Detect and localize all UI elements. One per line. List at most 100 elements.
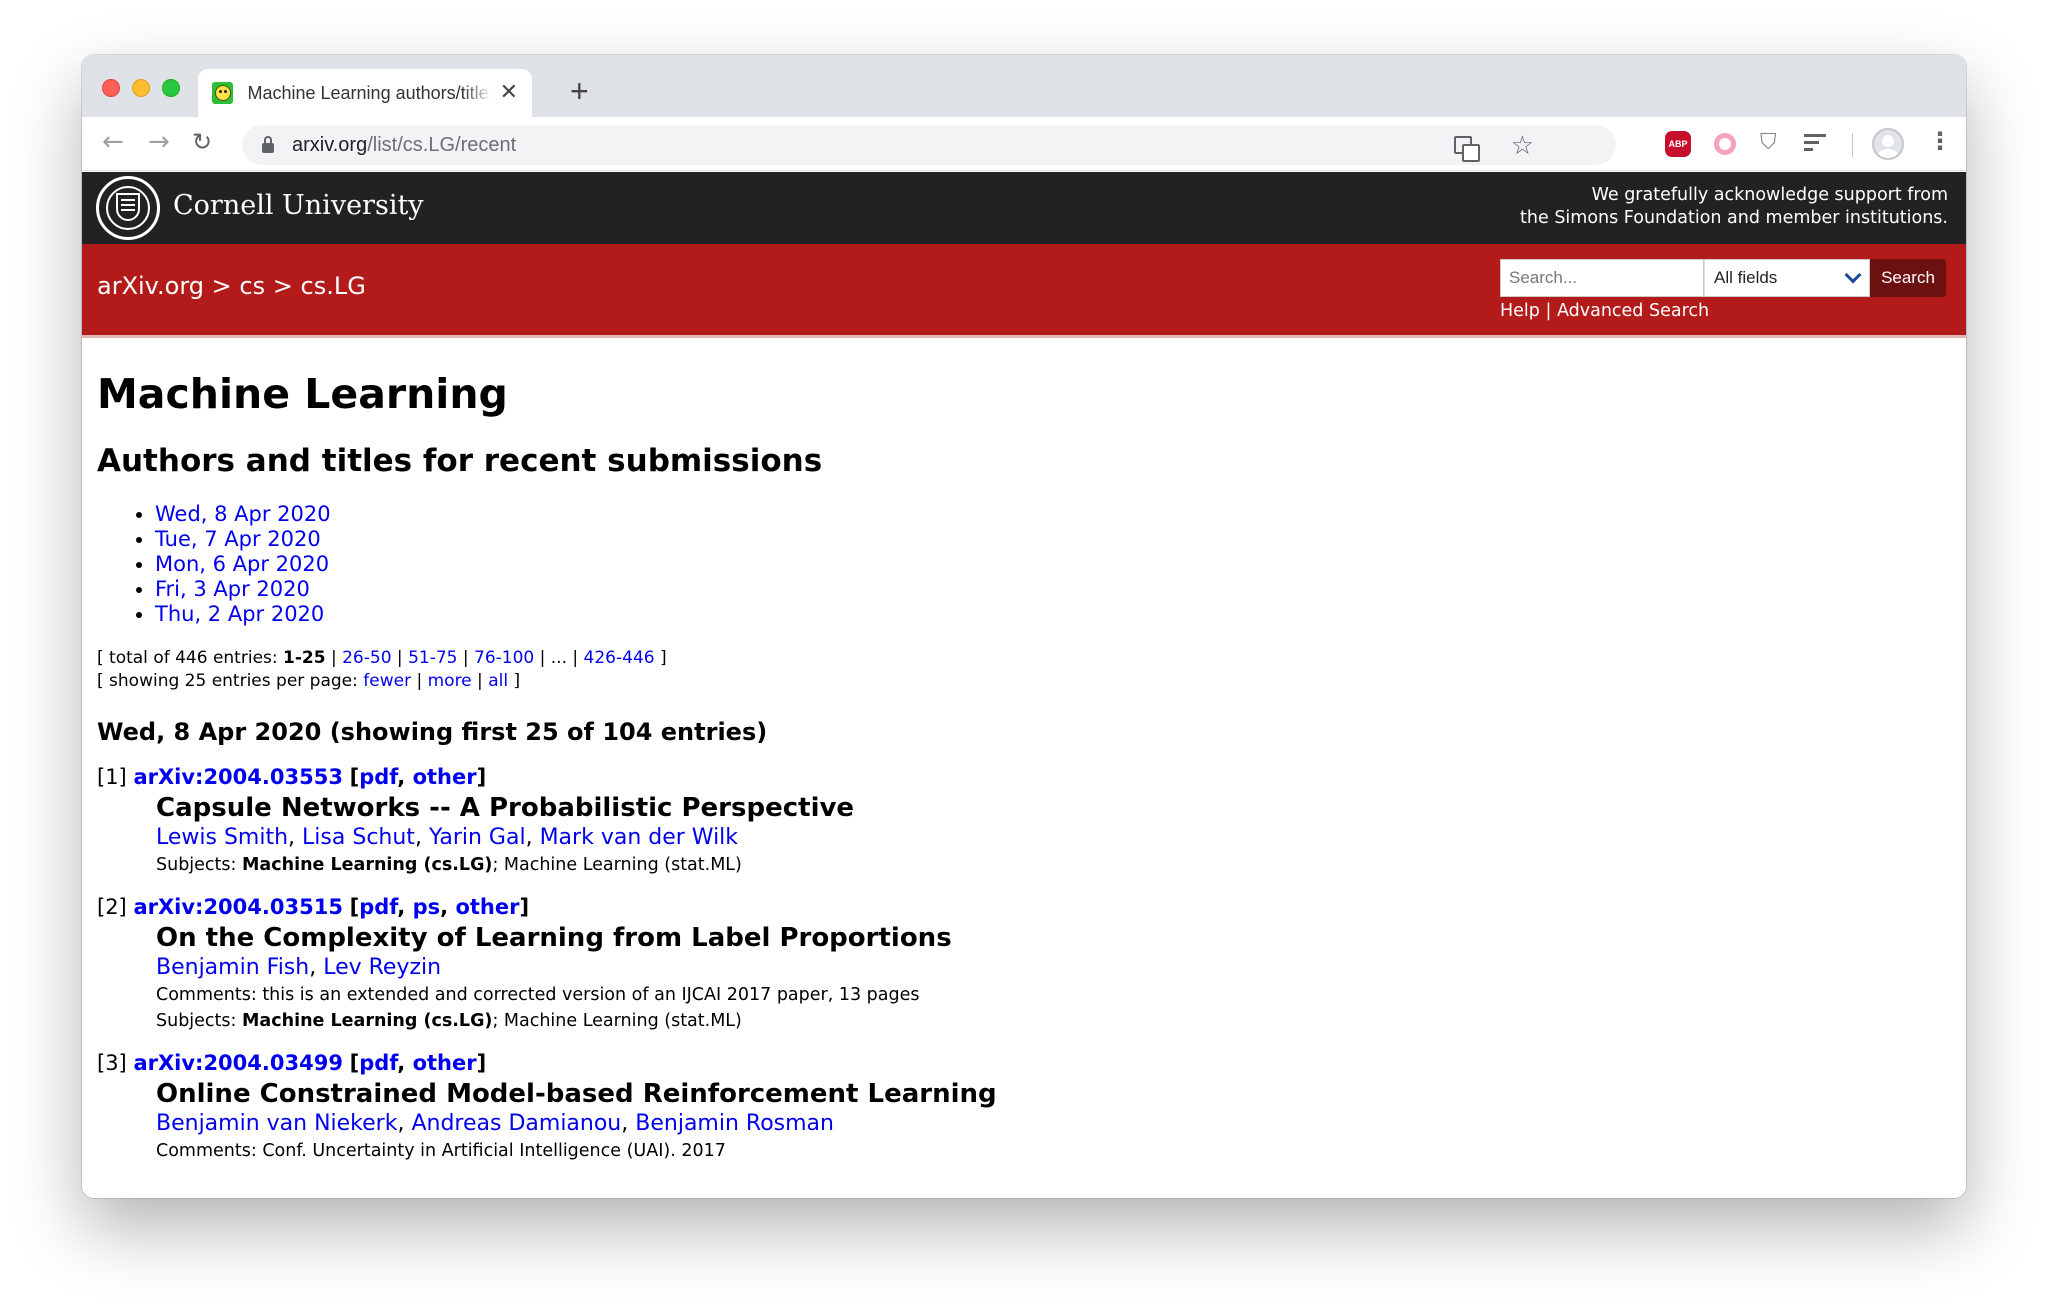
- arxiv-id-link[interactable]: arXiv:2004.03553: [133, 765, 343, 789]
- paper-title: Capsule Networks -- A Probabilistic Pers…: [156, 793, 855, 823]
- address-bar[interactable]: arxiv.org/list/cs.LG/recent ☆: [242, 125, 1616, 165]
- tab-arxiv[interactable]: Machine Learning authors/titles recent s…: [198, 69, 532, 117]
- author-link[interactable]: Andreas Damianou: [411, 1111, 621, 1136]
- author-link[interactable]: Benjamin van Niekerk: [156, 1111, 397, 1136]
- day-link[interactable]: Mon, 6 Apr 2020: [155, 552, 329, 576]
- tab-title: Machine Learning authors/titles recent s…: [247, 82, 492, 103]
- day-link[interactable]: Fri, 3 Apr 2020: [155, 577, 310, 601]
- pdf-link[interactable]: pdf: [359, 765, 397, 789]
- adblock-plus-icon[interactable]: ABP: [1665, 131, 1691, 157]
- entries-per-page: [ showing 25 entries per page: fewer | m…: [97, 671, 521, 691]
- author-link[interactable]: Lev Reyzin: [323, 955, 441, 980]
- help-link[interactable]: Help: [1500, 301, 1540, 321]
- day-heading: Wed, 8 Apr 2020 (showing first 25 of 104…: [97, 718, 768, 746]
- menu-dots-icon[interactable]: ⋮: [1928, 129, 1952, 153]
- fewer-link[interactable]: fewer: [363, 671, 411, 691]
- pagination: [ total of 446 entries: 1-25 | 26-50 | 5…: [97, 647, 1951, 693]
- page-link[interactable]: 26-50: [342, 648, 391, 668]
- all-link[interactable]: all: [488, 671, 508, 691]
- support-acknowledgement[interactable]: We gratefully acknowledge support from t…: [1520, 184, 1948, 230]
- search-button[interactable]: Search: [1870, 259, 1946, 297]
- toolbar-divider: [1852, 133, 1853, 157]
- paper-title: Online Constrained Model-based Reinforce…: [156, 1079, 997, 1109]
- author-list: Benjamin van Niekerk, Andreas Damianou, …: [156, 1111, 834, 1136]
- day-link[interactable]: Tue, 7 Apr 2020: [155, 527, 321, 551]
- breadcrumb: arXiv.org > cs > cs.LG: [97, 272, 366, 300]
- browser-window: Machine Learning authors/titles recent s…: [82, 55, 1966, 1198]
- other-formats-link[interactable]: other: [413, 765, 477, 789]
- current-page: 1-25: [283, 648, 326, 668]
- tab-close-icon[interactable]: ✕: [500, 82, 518, 104]
- list-item: [1] arXiv:2004.03553 [pdf, other] Capsul…: [97, 763, 1951, 878]
- author-list: Benjamin Fish, Lev Reyzin: [156, 955, 442, 980]
- comments: Comments: this is an extended and correc…: [156, 985, 920, 1005]
- breadcrumb-cs[interactable]: cs: [239, 272, 265, 300]
- breadcrumb-arxiv[interactable]: arXiv.org: [97, 272, 204, 300]
- day-list: Wed, 8 Apr 2020 Tue, 7 Apr 2020 Mon, 6 A…: [155, 502, 1951, 627]
- new-tab-button[interactable]: +: [570, 75, 589, 107]
- tab-strip: Machine Learning authors/titles recent s…: [82, 55, 1966, 117]
- entry-body: Online Constrained Model-based Reinforce…: [156, 1078, 1951, 1164]
- list-item: Wed, 8 Apr 2020: [155, 502, 1951, 527]
- close-window-button[interactable]: [102, 79, 120, 97]
- bookmark-star-icon[interactable]: ☆: [1511, 133, 1534, 159]
- author-link[interactable]: Benjamin Fish: [156, 955, 309, 980]
- ps-link[interactable]: ps: [413, 895, 441, 919]
- search-input[interactable]: Search...: [1500, 259, 1704, 297]
- other-formats-link[interactable]: other: [455, 895, 519, 919]
- pagination-range: [ total of 446 entries: 1-25 | 26-50 | 5…: [97, 648, 667, 668]
- arxiv-id-link[interactable]: arXiv:2004.03499: [133, 1051, 343, 1075]
- author-link[interactable]: Benjamin Rosman: [635, 1111, 834, 1136]
- profile-avatar-icon[interactable]: [1872, 128, 1904, 160]
- page-link[interactable]: 76-100: [474, 648, 534, 668]
- list-item: [2] arXiv:2004.03515 [pdf, ps, other] On…: [97, 893, 1951, 1034]
- pdf-link[interactable]: pdf: [359, 1051, 397, 1075]
- entry-header: [1] arXiv:2004.03553 [pdf, other]: [97, 765, 487, 789]
- reading-list-icon[interactable]: [1804, 134, 1826, 152]
- subjects: Subjects: Machine Learning (cs.LG); Mach…: [156, 855, 742, 875]
- page-link[interactable]: 51-75: [408, 648, 457, 668]
- search-help-links: Help | Advanced Search: [1500, 301, 1710, 321]
- list-item: [3] arXiv:2004.03499 [pdf, other] Online…: [97, 1049, 1951, 1164]
- entry-header: [2] arXiv:2004.03515 [pdf, ps, other]: [97, 895, 530, 919]
- cornell-seal-icon[interactable]: [96, 176, 160, 240]
- web-page: Cornell University We gratefully acknowl…: [82, 172, 1966, 1198]
- reload-icon[interactable]: ↻: [192, 130, 212, 154]
- breadcrumb-cs-lg[interactable]: cs.LG: [301, 272, 366, 300]
- author-link[interactable]: Lewis Smith: [156, 825, 288, 850]
- page-title: Machine Learning: [97, 370, 508, 418]
- extension-shield-icon[interactable]: ⛉: [1760, 130, 1777, 155]
- page-link-last[interactable]: 426-446: [584, 648, 655, 668]
- back-arrow-icon[interactable]: ←: [102, 129, 124, 155]
- more-link[interactable]: more: [428, 671, 472, 691]
- forward-arrow-icon[interactable]: →: [148, 129, 170, 155]
- list-item: Mon, 6 Apr 2020: [155, 552, 1951, 577]
- pdf-link[interactable]: pdf: [359, 895, 397, 919]
- maximize-window-button[interactable]: [162, 79, 180, 97]
- other-formats-link[interactable]: other: [413, 1051, 477, 1075]
- day-link[interactable]: Thu, 2 Apr 2020: [155, 602, 324, 626]
- translate-icon[interactable]: [1454, 136, 1480, 162]
- lock-icon: [262, 135, 274, 153]
- author-link[interactable]: Mark van der Wilk: [540, 825, 738, 850]
- extension-ring-icon[interactable]: [1714, 133, 1736, 155]
- list-item: Fri, 3 Apr 2020: [155, 577, 1951, 602]
- cornell-header: Cornell University We gratefully acknowl…: [82, 172, 1966, 244]
- browser-toolbar: ← → ↻ arxiv.org/list/cs.LG/recent ☆ ABP …: [82, 117, 1966, 171]
- author-link[interactable]: Yarin Gal: [429, 825, 526, 850]
- minimize-window-button[interactable]: [132, 79, 150, 97]
- advanced-search-link[interactable]: Advanced Search: [1557, 301, 1709, 321]
- search-field-select[interactable]: All fields: [1704, 259, 1870, 297]
- author-link[interactable]: Lisa Schut: [302, 825, 415, 850]
- paper-title: On the Complexity of Learning from Label…: [156, 923, 952, 953]
- list-item: Thu, 2 Apr 2020: [155, 602, 1951, 627]
- subjects: Subjects: Machine Learning (cs.LG); Mach…: [156, 1011, 742, 1031]
- list-item: Tue, 7 Apr 2020: [155, 527, 1951, 552]
- cornell-logo-text[interactable]: Cornell University: [173, 190, 424, 221]
- entry-body: On the Complexity of Learning from Label…: [156, 922, 1951, 1034]
- entry-body: Capsule Networks -- A Probabilistic Pers…: [156, 792, 1951, 878]
- day-link[interactable]: Wed, 8 Apr 2020: [155, 502, 331, 526]
- arxiv-header: arXiv.org > cs > cs.LG Search... All fie…: [82, 244, 1966, 338]
- arxiv-id-link[interactable]: arXiv:2004.03515: [133, 895, 343, 919]
- url-text[interactable]: arxiv.org/list/cs.LG/recent: [292, 134, 516, 157]
